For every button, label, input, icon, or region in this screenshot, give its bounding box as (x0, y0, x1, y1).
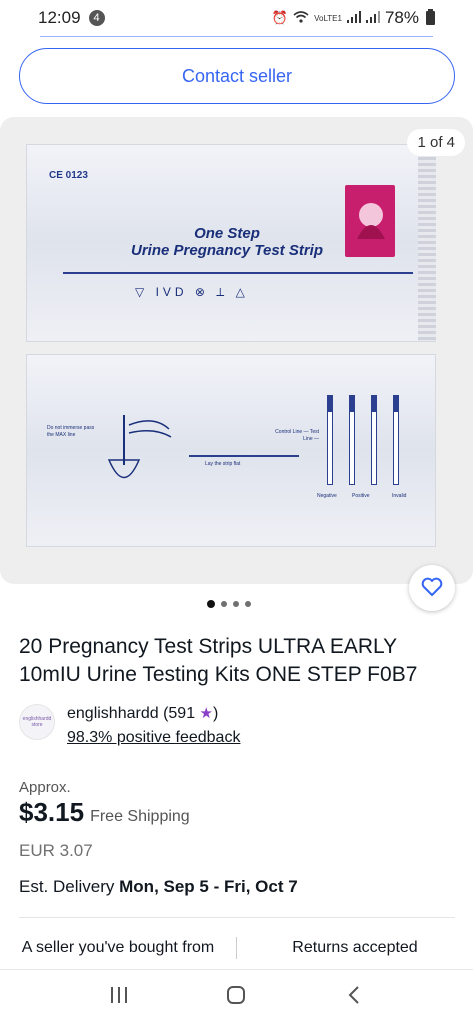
system-nav-bar (0, 969, 473, 1024)
pouch-divider (63, 272, 413, 274)
product-pouch-front: CE 0123 One Step Urine Pregnancy Test St… (26, 144, 436, 342)
seller-name[interactable]: englishhardd (591 ★) (67, 704, 218, 723)
carousel-dots (207, 600, 251, 608)
seller-avatar[interactable]: englishhardd store (19, 704, 55, 740)
seller-info[interactable]: englishhardd store englishhardd (591 ★) … (19, 702, 459, 752)
recents-icon (109, 986, 129, 1009)
pouch-product-title: One Step Urine Pregnancy Test Strip (117, 225, 337, 259)
status-bar: 12:09 4 ⏰ VoLTE1 78% (0, 0, 473, 36)
home-icon (225, 984, 247, 1011)
regulatory-symbols: ▽ IVD ⊗ ⟂ △ (135, 285, 249, 299)
watchlist-button[interactable] (409, 565, 455, 611)
back-icon (347, 985, 361, 1010)
carousel-dot[interactable] (207, 600, 215, 608)
instruction-lay-flat: Lay the strip flat (205, 461, 241, 467)
volte-indicator: VoLTE1 (314, 13, 342, 23)
delivery-dates: Mon, Sep 5 - Fri, Oct 7 (119, 877, 298, 896)
contact-seller-button[interactable]: Contact seller (19, 48, 455, 104)
image-counter: 1 of 4 (407, 129, 465, 156)
price-approx-label: Approx. (19, 779, 71, 796)
carousel-dot[interactable] (233, 601, 239, 607)
brand-logo (345, 185, 395, 257)
pouch-title-line2: Urine Pregnancy Test Strip (131, 242, 323, 259)
product-pouch-back: Do not immerse pass the MAX line Lay the… (26, 354, 436, 547)
result-label-positive: Positive (352, 493, 370, 499)
dip-illustration (107, 415, 172, 479)
status-icons: ⏰ VoLTE1 78% (272, 8, 435, 28)
seller-avatar-text: englishhardd store (22, 716, 52, 728)
strip-extra (393, 395, 399, 485)
pouch-serrated-edge (418, 145, 436, 341)
original-price: EUR 3.07 (19, 841, 93, 860)
battery-percent: 78% (384, 8, 419, 27)
result-label-invalid: Invalid (392, 493, 407, 499)
listing-title: 20 Pregnancy Test Strips ULTRA EARLY 10m… (19, 635, 418, 686)
carousel-dot[interactable] (221, 601, 227, 607)
alarm-icon: ⏰ (271, 10, 289, 25)
seller-feedback-link[interactable]: 98.3% positive feedback (67, 729, 240, 747)
back-button[interactable] (334, 977, 374, 1017)
battery-icon (426, 9, 435, 25)
star-icon: ★ (199, 705, 213, 722)
home-button[interactable] (216, 977, 256, 1017)
delivery-label: Est. Delivery (19, 877, 120, 896)
estimated-delivery: Est. Delivery Mon, Sep 5 - Fri, Oct 7 (19, 877, 298, 897)
signal-icon-2 (365, 10, 380, 26)
result-label-negative: Negative (317, 493, 337, 499)
instruction-arrow (189, 455, 299, 457)
section-divider (19, 917, 455, 918)
badge-returns: Returns accepted (292, 939, 418, 956)
carousel-dot[interactable] (245, 601, 251, 607)
status-time: 12:09 (38, 8, 81, 27)
seller-name-text: englishhardd (591 (67, 705, 196, 722)
strip-invalid (371, 395, 377, 485)
price-amount: $3.15 (19, 797, 85, 827)
trust-badges: A seller you've bought from Returns acce… (0, 930, 473, 966)
shipping-label: Free Shipping (90, 808, 190, 825)
image-gallery[interactable]: CE 0123 One Step Urine Pregnancy Test St… (0, 117, 473, 584)
strip-positive (349, 395, 355, 485)
header-divider (40, 36, 433, 37)
instruction-immerse: Do not immerse pass the MAX line (47, 425, 95, 438)
pouch-title-line1: One Step (194, 225, 260, 242)
signal-icon (346, 10, 361, 26)
wifi-icon (293, 10, 309, 26)
badge-bought-from: A seller you've bought from (21, 939, 215, 956)
recents-button[interactable] (99, 977, 139, 1017)
heart-icon (421, 577, 443, 600)
notification-count-badge: 4 (88, 10, 105, 26)
instruction-lines: Control Line — Test Line — (275, 429, 319, 442)
result-strips (327, 395, 399, 485)
strip-negative (327, 395, 333, 485)
price-row: $3.15 Free Shipping (19, 797, 190, 828)
seller-name-close: ) (213, 705, 219, 722)
ce-mark: CE 0123 (49, 170, 88, 181)
